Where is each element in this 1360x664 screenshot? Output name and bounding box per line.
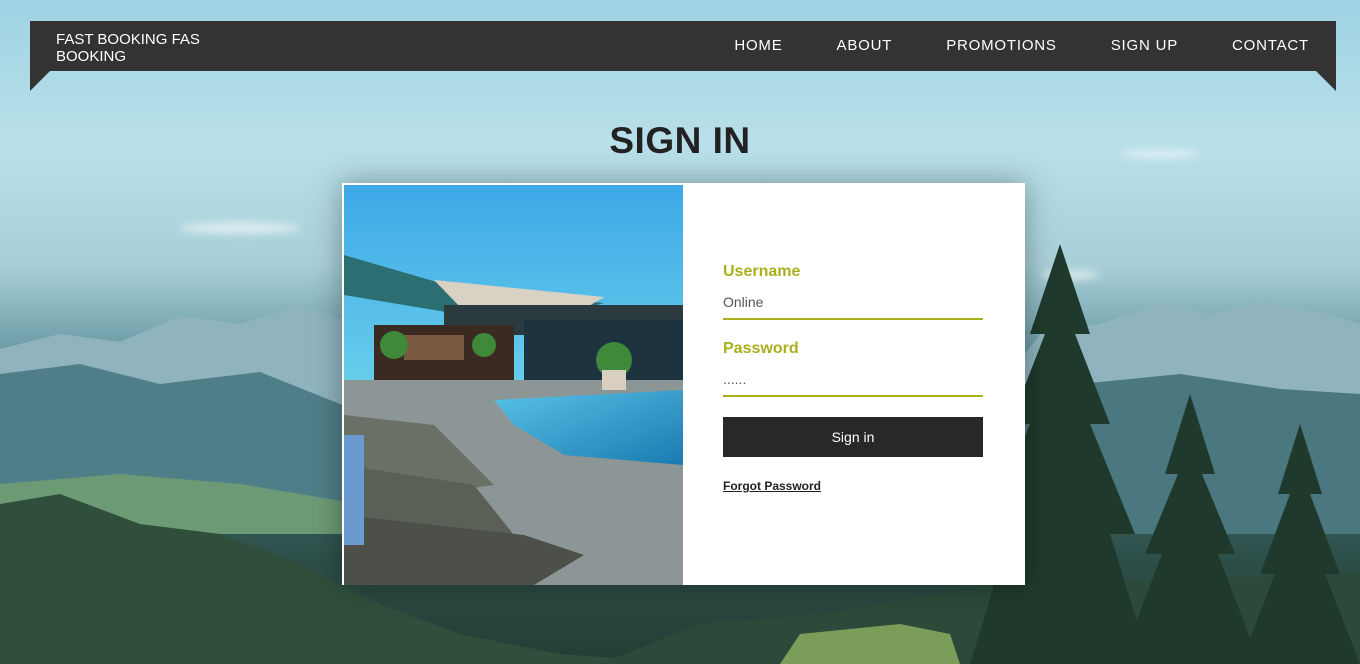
nav-menu: HOME ABOUT PROMOTIONS SIGN UP CONTACT xyxy=(707,21,1336,71)
forgot-password-link[interactable]: Forgot Password xyxy=(723,479,821,493)
username-label: Username xyxy=(723,263,801,280)
nav-item-sign-up[interactable]: SIGN UP xyxy=(1084,21,1205,71)
nav-item-contact[interactable]: CONTACT xyxy=(1205,21,1336,71)
password-input[interactable] xyxy=(723,369,983,397)
sign-in-button[interactable]: Sign in xyxy=(723,417,983,457)
nav-item-home[interactable]: HOME xyxy=(707,21,809,71)
page-title: SIGN IN xyxy=(609,120,751,161)
nav-item-promotions[interactable]: PROMOTIONS xyxy=(919,21,1084,71)
navbar-bar: FAST BOOKING FAS BOOKING HOME ABOUT PROM… xyxy=(30,21,1336,71)
ribbon-fold-right xyxy=(1316,71,1336,91)
nav-item-about[interactable]: ABOUT xyxy=(810,21,920,71)
signin-form: Username Password Sign in Forgot Passwor… xyxy=(723,263,983,495)
hotel-pool-photo xyxy=(344,185,683,585)
password-label: Password xyxy=(723,340,799,357)
signin-card: Username Password Sign in Forgot Passwor… xyxy=(342,183,1025,585)
brand-logo-text[interactable]: FAST BOOKING FAS BOOKING xyxy=(56,31,226,65)
ribbon-fold-left xyxy=(30,71,50,91)
username-input[interactable] xyxy=(723,292,983,320)
navbar: FAST BOOKING FAS BOOKING HOME ABOUT PROM… xyxy=(30,21,1336,91)
